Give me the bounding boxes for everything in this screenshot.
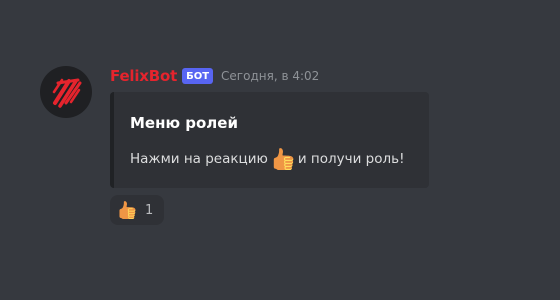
embed-description: Нажми на реакцию и получи роль! — [130, 148, 405, 170]
reaction-thumbs-up[interactable]: 1 — [110, 195, 164, 225]
thumbs-up-icon — [119, 201, 136, 219]
author-name[interactable]: FelixBot — [110, 67, 177, 85]
message-timestamp[interactable]: Сегодня, в 4:02 — [221, 69, 319, 83]
chat-message: FelixBot БОТ Сегодня, в 4:02 Меню ролей … — [0, 0, 560, 300]
embed-color-bar — [110, 92, 114, 188]
felixbot-logo-icon — [52, 78, 82, 108]
bot-tag: БОТ — [182, 68, 214, 84]
thumbs-up-icon — [273, 148, 294, 170]
embed-title: Меню ролей — [130, 114, 238, 132]
reaction-count: 1 — [145, 202, 154, 218]
embed-description-text-end: и получи роль! — [297, 151, 405, 167]
message-header: FelixBot БОТ Сегодня, в 4:02 — [110, 64, 319, 88]
embed-description-text-start: Нажми на реакцию — [130, 151, 268, 167]
message-embed: Меню ролей Нажми на реакцию и получи рол… — [110, 92, 429, 188]
author-avatar[interactable] — [40, 66, 92, 118]
